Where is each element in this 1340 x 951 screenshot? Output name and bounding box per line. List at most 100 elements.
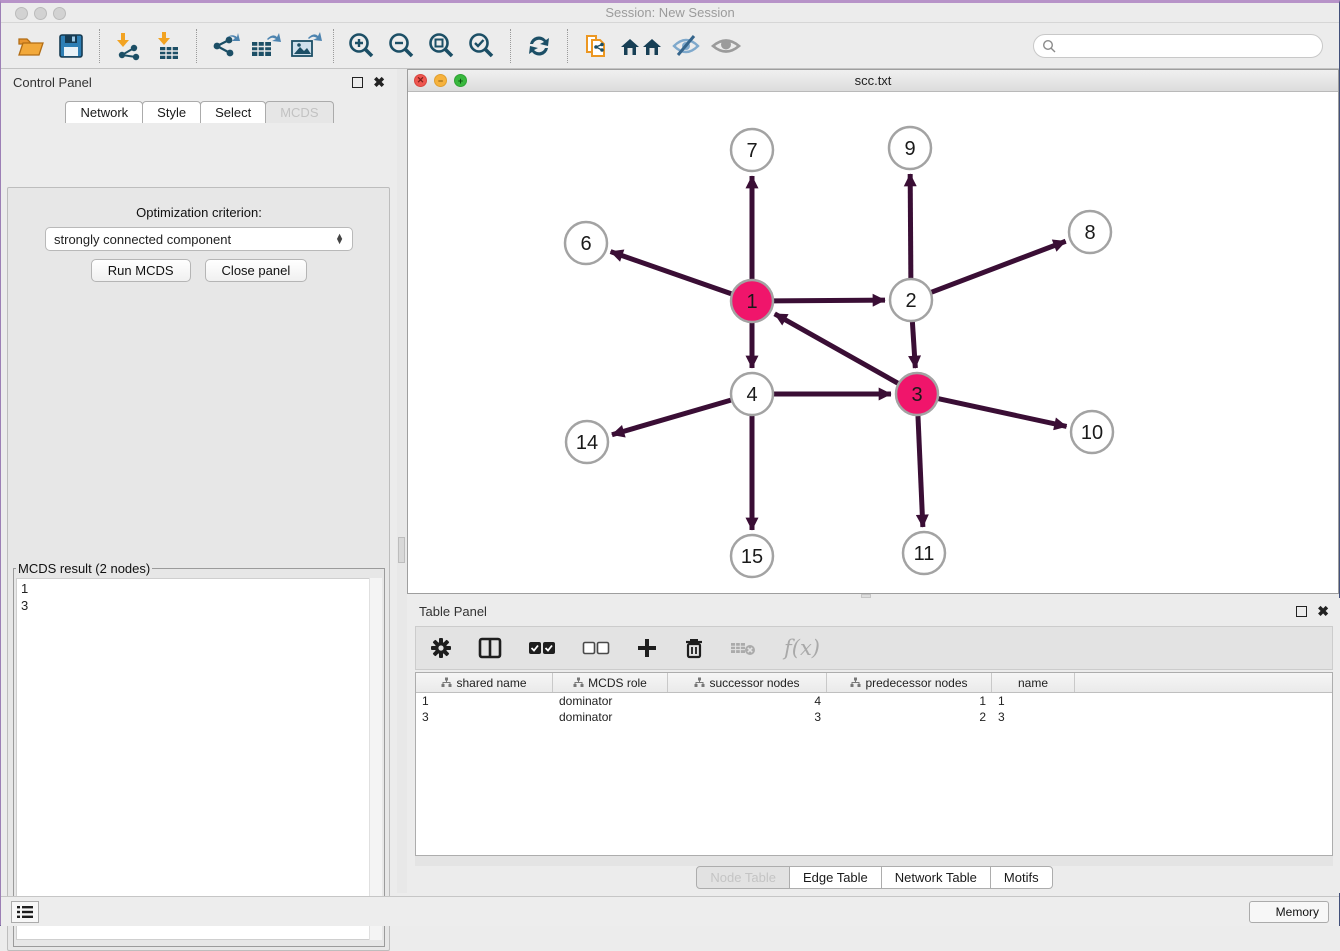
toolbar-separator	[333, 29, 334, 63]
mcds-result-title: MCDS result (2 nodes)	[16, 561, 152, 576]
import-network-button[interactable]	[108, 28, 148, 64]
graph-node-label-4: 4	[746, 384, 757, 406]
column-type-icon	[850, 677, 861, 688]
export-table-icon	[248, 30, 282, 62]
table-panel-header: Table Panel ✖	[407, 598, 1340, 624]
graph-edge-1-6[interactable]	[611, 252, 732, 294]
column-header-mcds-role[interactable]: MCDS role	[553, 673, 668, 692]
cell-predecessor-nodes[interactable]: 1	[827, 694, 992, 708]
cell-name[interactable]: 1	[992, 694, 1075, 708]
save-floppy-icon	[57, 32, 85, 60]
network-zoom-button[interactable]: +	[454, 74, 467, 87]
zoom-selected-button[interactable]	[462, 28, 502, 64]
import-table-button[interactable]	[148, 28, 188, 64]
column-header-name[interactable]: name	[992, 673, 1075, 692]
window-minimize-button[interactable]	[34, 7, 47, 20]
export-network-button[interactable]	[205, 28, 245, 64]
delete-column-trash-icon[interactable]	[684, 637, 704, 659]
column-header-shared-name[interactable]: shared name	[416, 673, 553, 692]
tab-style[interactable]: Style	[142, 101, 201, 123]
cell-successor-nodes[interactable]: 4	[668, 694, 827, 708]
vertical-splitter[interactable]	[397, 69, 407, 893]
mcds-result-text[interactable]: 1 3	[16, 578, 382, 940]
column-header-successor-nodes[interactable]: successor nodes	[668, 673, 827, 692]
memory-button[interactable]: Memory	[1249, 901, 1329, 923]
network-window-titlebar: scc.txt ✕ − +	[408, 70, 1338, 92]
graph-edge-3-1[interactable]	[775, 314, 898, 383]
open-session-button[interactable]	[11, 28, 51, 64]
tab-node-table[interactable]: Node Table	[696, 866, 790, 889]
column-label: successor nodes	[709, 676, 799, 690]
graph-node-label-1: 1	[746, 291, 757, 313]
search-icon	[1042, 39, 1056, 53]
mcds-result-box: MCDS result (2 nodes) 1 3	[13, 561, 385, 947]
graph-edge-3-10[interactable]	[938, 399, 1066, 427]
home-layout-button[interactable]	[616, 28, 666, 64]
tab-select[interactable]: Select	[200, 101, 266, 123]
show-all-button[interactable]	[706, 28, 746, 64]
graph-edge-2-8[interactable]	[932, 241, 1066, 292]
export-image-button[interactable]	[285, 28, 325, 64]
hide-selected-button[interactable]	[666, 28, 706, 64]
tab-motifs[interactable]: Motifs	[990, 866, 1053, 889]
window-zoom-button[interactable]	[53, 7, 66, 20]
column-header-predecessor-nodes[interactable]: predecessor nodes	[827, 673, 992, 692]
first-neighbors-button[interactable]	[576, 28, 616, 64]
graph-node-label-2: 2	[905, 290, 916, 312]
close-panel-button[interactable]: Close panel	[205, 259, 308, 282]
splitter-grip[interactable]	[398, 537, 405, 563]
task-history-button[interactable]	[11, 901, 39, 923]
float-panel-icon[interactable]	[352, 77, 363, 88]
criterion-dropdown[interactable]: strongly connected component ▲▼	[45, 227, 353, 251]
cell-predecessor-nodes[interactable]: 2	[827, 710, 992, 724]
close-panel-icon[interactable]: ✖	[373, 77, 385, 88]
tab-mcds[interactable]: MCDS	[265, 101, 333, 123]
cell-shared-name[interactable]: 3	[416, 710, 553, 724]
split-panel-icon[interactable]	[478, 637, 502, 659]
export-table-button[interactable]	[245, 28, 285, 64]
zoom-in-button[interactable]	[342, 28, 382, 64]
cell-shared-name[interactable]: 1	[416, 694, 553, 708]
network-graph[interactable]: 7968124314101511	[408, 92, 1338, 593]
import-table-icon	[152, 30, 184, 62]
refresh-button[interactable]	[519, 28, 559, 64]
graph-edge-4-14[interactable]	[612, 400, 731, 435]
graph-node-label-14: 14	[576, 432, 598, 454]
add-column-icon[interactable]	[636, 637, 658, 659]
zoom-out-button[interactable]	[382, 28, 422, 64]
graph-edge-2-9[interactable]	[910, 174, 911, 278]
save-session-button[interactable]	[51, 28, 91, 64]
graph-edge-1-2[interactable]	[774, 300, 885, 301]
zoom-fit-button[interactable]	[422, 28, 462, 64]
deselect-all-icon[interactable]	[582, 638, 610, 658]
run-mcds-button[interactable]: Run MCDS	[91, 259, 191, 282]
float-table-panel-icon[interactable]	[1296, 606, 1307, 617]
cell-mcds-role[interactable]: dominator	[553, 694, 668, 708]
mcds-scrollbar[interactable]	[369, 578, 382, 940]
function-builder-icon[interactable]: f(x)	[784, 636, 820, 660]
window-close-button[interactable]	[15, 7, 28, 20]
table-row[interactable]: 1 dominator 4 1 1	[416, 693, 1332, 709]
network-close-button[interactable]: ✕	[414, 74, 427, 87]
tab-network-table[interactable]: Network Table	[881, 866, 991, 889]
tab-network[interactable]: Network	[65, 101, 143, 123]
search-field[interactable]	[1033, 34, 1323, 58]
graph-edge-2-3[interactable]	[912, 322, 915, 368]
network-minimize-button[interactable]: −	[434, 74, 447, 87]
cell-mcds-role[interactable]: dominator	[553, 710, 668, 724]
select-all-icon[interactable]	[528, 638, 556, 658]
close-table-panel-icon[interactable]: ✖	[1317, 606, 1329, 617]
graph-node-label-8: 8	[1084, 222, 1095, 244]
graph-edge-3-11[interactable]	[918, 416, 923, 527]
cell-name[interactable]: 3	[992, 710, 1075, 724]
table-panel: Table Panel ✖	[407, 598, 1340, 893]
table-row[interactable]: 3 dominator 3 2 3	[416, 709, 1332, 725]
delete-table-icon[interactable]	[730, 638, 758, 658]
cell-successor-nodes[interactable]: 3	[668, 710, 827, 724]
graph-node-label-3: 3	[911, 384, 922, 406]
settings-gear-icon[interactable]	[430, 637, 452, 659]
zoom-fit-icon	[426, 30, 458, 62]
search-input[interactable]	[1056, 36, 1322, 56]
window-title: Session: New Session	[1, 3, 1339, 23]
tab-edge-table[interactable]: Edge Table	[789, 866, 882, 889]
